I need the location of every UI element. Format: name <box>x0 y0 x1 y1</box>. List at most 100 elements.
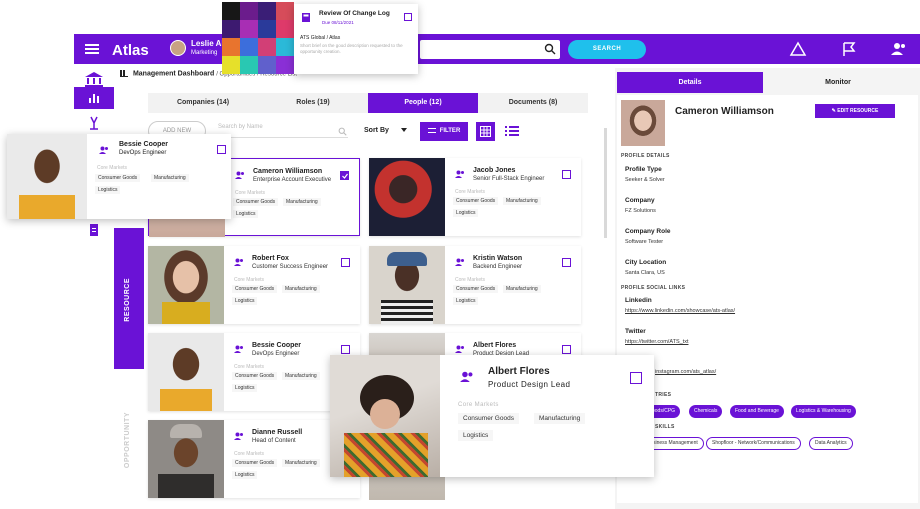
market-chip: Manufacturing <box>151 174 189 182</box>
color-swatch[interactable] <box>240 2 258 20</box>
color-swatch[interactable] <box>222 56 240 74</box>
document-icon[interactable] <box>74 219 114 241</box>
opportunity-label[interactable]: OPPORTUNITY <box>124 412 131 468</box>
person-card[interactable]: Robert Fox Customer Success Engineer Cor… <box>148 246 360 324</box>
select-checkbox[interactable] <box>217 145 226 154</box>
field-label: Linkedin <box>625 297 652 304</box>
color-swatch[interactable] <box>258 56 276 74</box>
scrollbar[interactable] <box>604 128 607 238</box>
market-chip: Consumer Goods <box>233 198 279 206</box>
fork-icon[interactable] <box>74 112 114 134</box>
select-checkbox[interactable] <box>404 13 412 21</box>
color-swatch[interactable] <box>240 56 258 74</box>
person-card-expanded[interactable]: Albert Flores Product Design Lead Core M… <box>330 355 654 477</box>
users-icon[interactable] <box>890 40 908 58</box>
filter-button[interactable]: FILTER <box>420 122 468 141</box>
color-swatch[interactable] <box>240 20 258 38</box>
industry-pill[interactable]: Chemicals <box>689 405 723 418</box>
person-title: Customer Success Engineer <box>252 264 329 270</box>
tab-roles[interactable]: Roles (19) <box>258 93 368 113</box>
person-icon <box>234 345 243 353</box>
select-checkbox[interactable] <box>341 258 350 267</box>
flag-icon[interactable] <box>840 40 858 58</box>
select-checkbox[interactable] <box>341 345 350 354</box>
market-chip: Consumer Goods <box>453 197 499 205</box>
color-swatch[interactable] <box>276 56 294 74</box>
rail-item-dashboard[interactable] <box>74 87 114 109</box>
color-swatch[interactable] <box>276 2 294 20</box>
tab-people[interactable]: People (12) <box>368 93 478 113</box>
market-chip: Logistics <box>95 186 121 194</box>
menu-icon[interactable] <box>83 40 101 58</box>
twitter-link[interactable]: https://twitter.com/ATS_txt <box>625 339 688 345</box>
caret-down-icon <box>400 128 407 133</box>
avatar[interactable] <box>170 40 186 56</box>
person-photo <box>369 158 445 236</box>
search-button[interactable]: SEARCH <box>568 40 646 59</box>
person-card[interactable]: Jacob Jones Senior Full-Stack Engineer C… <box>369 158 581 236</box>
instagram-link[interactable]: instagram.com/ats_atlas/ <box>655 369 716 375</box>
section-title: SKILLS <box>655 424 675 430</box>
color-swatch[interactable] <box>222 20 240 38</box>
person-name: Albert Flores <box>488 366 550 377</box>
resource-section-tab[interactable]: RESOURCE <box>114 228 144 369</box>
color-swatch[interactable] <box>222 2 240 20</box>
skill-pill[interactable]: Shopfloor - Network/Communications <box>706 437 801 450</box>
color-swatch[interactable] <box>258 2 276 20</box>
person-photo <box>148 333 224 411</box>
person-name: Bessie Cooper <box>119 141 169 148</box>
search-icon[interactable] <box>338 127 347 136</box>
person-name: Dianne Russell <box>252 429 303 436</box>
task-card[interactable]: Review Of Change Log Due 08/11/2021 ATS … <box>294 4 418 74</box>
person-card[interactable]: Kristin Watson Backend Engineer Core Mar… <box>369 246 581 324</box>
select-checkbox[interactable] <box>562 170 571 179</box>
calculator-icon <box>302 13 310 22</box>
select-checkbox[interactable] <box>630 372 642 384</box>
color-swatch[interactable] <box>258 38 276 56</box>
list-view-icon[interactable] <box>504 124 520 138</box>
section-title: PROFILE DETAILS <box>621 153 670 159</box>
color-swatch[interactable] <box>258 20 276 38</box>
name-search-input[interactable]: Search by Name <box>218 124 348 138</box>
grid-icon <box>480 126 491 137</box>
select-checkbox[interactable] <box>562 258 571 267</box>
tab-monitor[interactable]: Monitor <box>763 72 913 93</box>
profile-name: Cameron Williamson <box>675 106 774 117</box>
market-chip: Manufacturing <box>283 198 321 206</box>
core-markets-label: Core Markets <box>458 402 499 408</box>
color-swatch[interactable] <box>222 38 240 56</box>
market-chip: Manufacturing <box>503 285 541 293</box>
sort-by-dropdown[interactable]: Sort By <box>364 127 407 134</box>
color-swatch-grid <box>222 2 294 74</box>
color-swatch[interactable] <box>276 38 294 56</box>
app-logo[interactable]: Atlas <box>112 42 149 59</box>
person-card-expanded[interactable]: Bessie Cooper DevOps Engineer Core Marke… <box>7 134 231 219</box>
skill-pill[interactable]: Data Analytics <box>809 437 853 450</box>
person-icon <box>460 371 473 382</box>
triangle-icon[interactable] <box>789 40 807 58</box>
person-name: Cameron Williamson <box>253 168 323 175</box>
select-checkbox[interactable] <box>562 345 571 354</box>
color-swatch[interactable] <box>276 20 294 38</box>
search-icon[interactable] <box>544 43 556 55</box>
linkedin-link[interactable]: https://www.linkedin.com/showcase/ats-at… <box>625 308 735 314</box>
field-label: Company <box>625 197 655 204</box>
person-title: Head of Content <box>252 438 296 444</box>
field-label: City Location <box>625 259 667 266</box>
skill-pill[interactable]: siness Management <box>647 437 704 450</box>
grid-view-button[interactable] <box>476 122 495 141</box>
market-chip: Manufacturing <box>282 372 320 380</box>
industry-pill[interactable]: Logistics & Warehousing <box>791 405 856 418</box>
market-chip: Consumer Goods <box>453 285 499 293</box>
person-name: Jacob Jones <box>473 167 516 174</box>
color-swatch[interactable] <box>240 38 258 56</box>
tab-companies[interactable]: Companies (14) <box>148 93 258 113</box>
edit-resource-button[interactable]: ✎ EDIT RESOURCE <box>815 104 895 118</box>
tab-details[interactable]: Details <box>617 72 763 93</box>
industry-pill[interactable]: Food and Beverage <box>730 405 784 418</box>
search-input[interactable] <box>420 40 560 59</box>
select-checkbox[interactable] <box>340 171 349 180</box>
tab-documents[interactable]: Documents (8) <box>478 93 588 113</box>
person-card[interactable]: Bessie Cooper DevOps Engineer Core Marke… <box>148 333 360 411</box>
person-card[interactable]: Dianne Russell Head of Content Core Mark… <box>148 420 360 498</box>
